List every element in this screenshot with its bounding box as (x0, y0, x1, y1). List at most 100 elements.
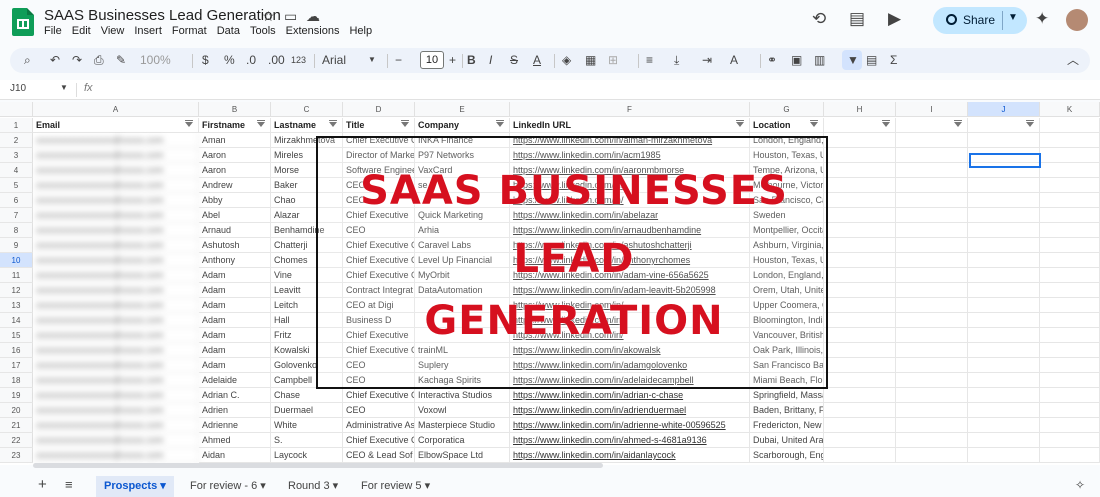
table-cell[interactable] (824, 163, 896, 178)
redacted-email-cell[interactable]: xxxxxxxxxxxxxxxxx@xxxxx.com (33, 283, 199, 298)
table-cell[interactable]: Chase (271, 388, 343, 403)
chevron-down-icon[interactable]: ▾ (157, 480, 166, 492)
table-cell[interactable] (1040, 343, 1100, 358)
row-header[interactable]: 20 (0, 403, 33, 418)
column-header-d[interactable]: D (343, 102, 415, 117)
column-header-e[interactable]: E (415, 102, 510, 117)
table-cell[interactable]: Aaron (199, 163, 271, 178)
table-cell[interactable] (824, 178, 896, 193)
row-header[interactable]: 18 (0, 373, 33, 388)
table-cell[interactable]: Dubai, United Arab Emirates (750, 433, 824, 448)
table-cell[interactable]: Adam (199, 283, 271, 298)
column-header-h[interactable]: H (824, 102, 896, 117)
table-cell[interactable]: Chief Executive O (343, 433, 415, 448)
table-cell[interactable] (968, 403, 1040, 418)
filter-icon[interactable] (882, 120, 890, 127)
redacted-email-cell[interactable]: xxxxxxxxxxxxxxxxx@xxxxx.com (33, 328, 199, 343)
redacted-email-cell[interactable]: xxxxxxxxxxxxxxxxx@xxxxx.com (33, 298, 199, 313)
table-cell[interactable] (968, 313, 1040, 328)
table-cell[interactable] (824, 418, 896, 433)
table-cell[interactable] (896, 268, 968, 283)
borders-icon[interactable]: ▦ (585, 53, 596, 67)
table-cell[interactable] (968, 418, 1040, 433)
undo-icon[interactable]: ↶ (50, 53, 60, 67)
header-cell[interactable]: Firstname (199, 118, 271, 133)
currency-format-button[interactable]: $ (202, 53, 209, 67)
strikethrough-button[interactable]: S (510, 53, 518, 67)
table-cell[interactable] (824, 328, 896, 343)
table-cell[interactable] (1040, 418, 1100, 433)
share-button[interactable]: Share ▼ (933, 7, 1027, 34)
table-cell[interactable]: Adelaide (199, 373, 271, 388)
table-cell[interactable]: Aaron (199, 148, 271, 163)
increase-decimal-button[interactable]: .00 (268, 53, 285, 67)
percent-format-button[interactable]: % (224, 53, 235, 67)
table-cell[interactable]: Scarborough, England, United Kingdom (750, 448, 824, 463)
name-box-chevron-icon[interactable]: ▼ (60, 83, 68, 92)
filter-icon[interactable] (954, 120, 962, 127)
table-cell[interactable] (968, 178, 1040, 193)
table-cell[interactable] (1040, 403, 1100, 418)
table-cell[interactable]: https://www.linkedin.com/in/adrienne-whi… (510, 418, 750, 433)
font-size-input[interactable]: 10 (420, 51, 444, 69)
font-select[interactable]: Arial (322, 53, 346, 67)
table-cell[interactable] (968, 298, 1040, 313)
table-cell[interactable]: Ashutosh (199, 238, 271, 253)
table-cell[interactable] (896, 283, 968, 298)
merge-cells-icon[interactable]: ⊞ (608, 53, 618, 67)
menu-insert[interactable]: Insert (134, 25, 162, 37)
column-header-f[interactable]: F (510, 102, 750, 117)
chevron-down-icon[interactable]: ▾ (257, 480, 266, 492)
table-cell[interactable] (824, 343, 896, 358)
row-header[interactable]: 13 (0, 298, 33, 313)
table-cell[interactable] (968, 268, 1040, 283)
redacted-email-cell[interactable]: xxxxxxxxxxxxxxxxx@xxxxx.com (33, 373, 199, 388)
table-cell[interactable] (1040, 268, 1100, 283)
redacted-email-cell[interactable]: xxxxxxxxxxxxxxxxx@xxxxx.com (33, 223, 199, 238)
table-cell[interactable] (968, 448, 1040, 463)
table-cell[interactable]: Laycock (271, 448, 343, 463)
table-cell[interactable] (896, 313, 968, 328)
table-cell[interactable]: Masterpiece Studio (415, 418, 510, 433)
redo-icon[interactable]: ↷ (72, 53, 82, 67)
row-header[interactable]: 14 (0, 313, 33, 328)
column-header-i[interactable]: I (896, 102, 968, 117)
folder-icon[interactable]: ▭ (284, 8, 297, 25)
table-cell[interactable] (824, 133, 896, 148)
table-cell[interactable] (968, 433, 1040, 448)
table-cell[interactable] (896, 163, 968, 178)
table-cell[interactable]: Adam (199, 343, 271, 358)
table-cell[interactable]: CEO & Lead Sof (343, 448, 415, 463)
redacted-email-cell[interactable]: xxxxxxxxxxxxxxxxx@xxxxx.com (33, 193, 199, 208)
table-cell[interactable] (968, 133, 1040, 148)
redacted-email-cell[interactable]: xxxxxxxxxxxxxxxxx@xxxxx.com (33, 343, 199, 358)
table-cell[interactable] (896, 358, 968, 373)
table-cell[interactable] (1040, 388, 1100, 403)
table-cell[interactable] (1040, 298, 1100, 313)
table-cell[interactable]: Aidan (199, 448, 271, 463)
table-cell[interactable] (968, 358, 1040, 373)
table-cell[interactable] (1040, 193, 1100, 208)
table-cell[interactable] (824, 148, 896, 163)
table-cell[interactable]: Aman (199, 133, 271, 148)
table-cell[interactable] (896, 193, 968, 208)
table-cell[interactable] (968, 208, 1040, 223)
table-cell[interactable]: Adrien (199, 403, 271, 418)
filter-icon[interactable] (185, 120, 193, 127)
row-header[interactable]: 15 (0, 328, 33, 343)
table-cell[interactable]: S. (271, 433, 343, 448)
filter-icon[interactable] (329, 120, 337, 127)
header-cell[interactable]: Company (415, 118, 510, 133)
font-chevron-icon[interactable]: ▼ (368, 53, 376, 67)
menu-tools[interactable]: Tools (250, 25, 276, 37)
table-cell[interactable] (968, 238, 1040, 253)
table-cell[interactable] (1040, 208, 1100, 223)
table-cell[interactable]: CEO (343, 403, 415, 418)
table-cell[interactable]: https://www.linkedin.com/in/aidanlaycock (510, 448, 750, 463)
redacted-email-cell[interactable]: xxxxxxxxxxxxxxxxx@xxxxx.com (33, 418, 199, 433)
table-cell[interactable]: Adam (199, 298, 271, 313)
add-sheet-icon[interactable]: + (38, 476, 47, 493)
zoom-select[interactable]: 100% (140, 53, 171, 67)
menu-extensions[interactable]: Extensions (286, 25, 340, 37)
row-header[interactable]: 11 (0, 268, 33, 283)
